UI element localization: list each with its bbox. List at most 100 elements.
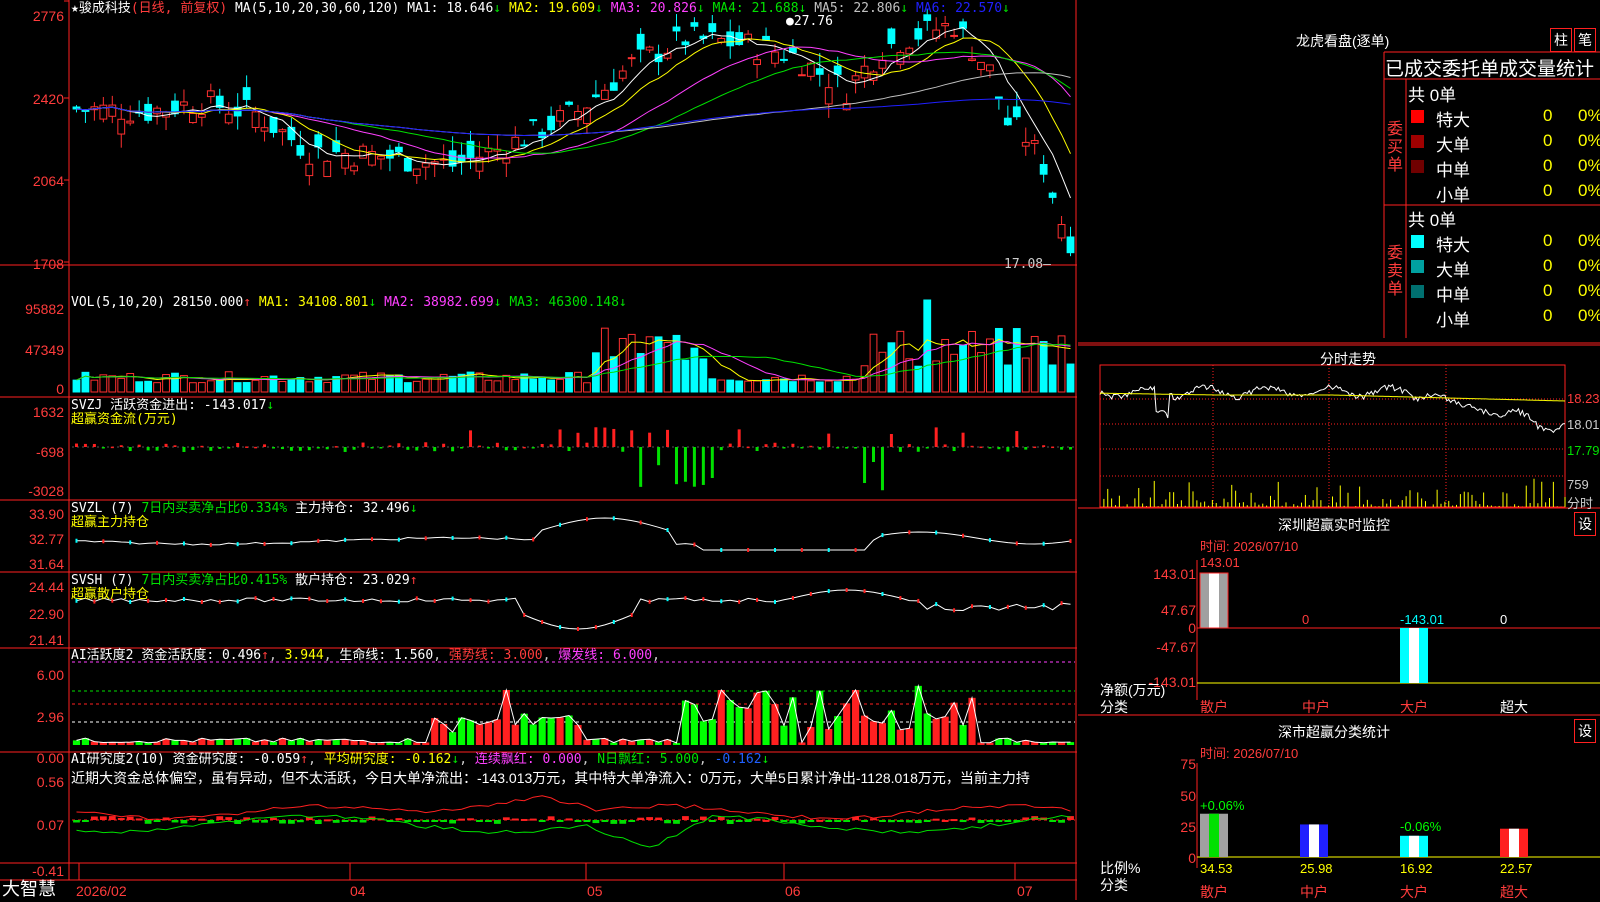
activity-bar — [332, 739, 340, 745]
svzj-tick: 1632 — [32, 404, 64, 420]
star-icon[interactable]: ★ — [71, 1, 79, 16]
research-bar — [252, 820, 259, 823]
volume-bar — [780, 378, 788, 393]
n-day-red-label: N日飘红: — [597, 752, 652, 767]
tick-mode-button[interactable]: 笔 — [1574, 28, 1596, 52]
research-bar — [664, 820, 671, 824]
sz-monitor-tick: -47.67 — [1156, 639, 1196, 655]
research-bar — [502, 817, 510, 820]
candle-body — [466, 140, 475, 158]
price-tick: 2776 — [32, 8, 64, 24]
holding-tick — [988, 538, 991, 543]
volume-bar — [636, 353, 645, 393]
date-label: 05 — [587, 883, 603, 899]
holding-tick — [263, 541, 266, 546]
research-bar — [816, 819, 824, 822]
svzj-arrow: ↓ — [266, 398, 275, 413]
fund-flow-bar — [477, 445, 481, 448]
sz-classify-settings-button[interactable]: 设 — [1574, 719, 1596, 743]
volume-bar — [377, 372, 385, 393]
fund-flow-bar — [818, 447, 822, 450]
sz-classify-title: 深市超赢分类统计 — [1278, 724, 1390, 740]
volume-bar — [609, 356, 618, 393]
research-bar — [726, 820, 734, 824]
volume-bar — [224, 371, 233, 393]
strong-line-value: 3.000 — [503, 648, 543, 663]
volume-bar — [914, 365, 923, 393]
activity-bar — [511, 724, 519, 745]
sz-monitor-settings-button[interactable]: 设 — [1574, 512, 1596, 536]
fund-flow-bar — [630, 430, 634, 447]
fund-flow-bar — [469, 430, 473, 447]
holding-tick — [218, 599, 221, 604]
candle-body — [797, 74, 806, 77]
volume-bar — [824, 380, 833, 393]
buy-total: 共 0单 — [1408, 86, 1457, 105]
vol-tick: 0 — [56, 381, 64, 397]
volume-bar — [833, 381, 842, 393]
ma-params: MA(5,10,20,30,60,120) — [234, 1, 400, 16]
intraday-price-line — [1099, 383, 1565, 434]
intraday-vol-label: 分时 — [1567, 496, 1594, 511]
ai-active-header: AI活跃度2 资金活跃度: 0.496↑, 3.944, 生命线: 1.560,… — [71, 648, 660, 663]
holding-tick — [254, 596, 257, 601]
sz-classify-delta: -0.06% — [1400, 819, 1442, 834]
volume-bar — [412, 380, 421, 393]
fund-flow-bar — [406, 447, 410, 450]
activity-bar — [556, 717, 564, 745]
volume-bar — [574, 371, 582, 393]
candle-body — [1066, 236, 1075, 254]
classify-bar — [1300, 824, 1328, 857]
fund-flow-bar — [379, 447, 383, 449]
research-bar — [431, 820, 439, 822]
holding-tick — [1024, 605, 1027, 610]
volume-bar — [932, 360, 941, 393]
fund-flow-bar — [952, 447, 956, 452]
volume-bar — [699, 358, 708, 393]
fund-flow-bar — [648, 432, 652, 447]
svzl-subtitle: 超赢主力持仓 — [71, 515, 150, 530]
activity-bar — [780, 725, 788, 745]
legend-swatch — [1411, 260, 1424, 273]
candle-body — [565, 101, 573, 105]
research-bar — [73, 820, 80, 823]
research-bar — [511, 818, 519, 821]
volume-bar — [1039, 341, 1048, 393]
volume-bar — [215, 379, 224, 393]
fund-flow-bar — [657, 447, 661, 466]
research-bar — [332, 820, 340, 823]
sell-side-label: 委卖单 — [1387, 245, 1404, 298]
holding-tick — [800, 548, 803, 552]
order-size-label: 特大 — [1436, 236, 1470, 255]
research-bar — [538, 820, 546, 822]
ai-active-label: 资金活跃度: — [141, 648, 215, 663]
bar-mode-button[interactable]: 柱 — [1550, 28, 1572, 52]
activity-bar — [350, 740, 358, 745]
holding-tick — [182, 541, 185, 546]
svzl-label: 主力持仓: — [295, 501, 355, 516]
candle-body — [771, 51, 779, 64]
fund-flow-bar — [191, 447, 195, 450]
candle-body — [591, 94, 600, 98]
candle-body — [600, 89, 609, 100]
volume-bar — [708, 378, 717, 393]
volume-bar — [359, 371, 367, 393]
volume-bar — [135, 381, 144, 393]
research-bar — [458, 818, 465, 821]
candle-body — [806, 62, 815, 77]
svzl-tick: 32.77 — [28, 531, 64, 547]
volume-bar — [323, 381, 332, 393]
lock-icon[interactable]: 🔒︎ — [1083, 883, 1089, 896]
activity-bar — [905, 728, 913, 745]
research-bar — [314, 820, 322, 824]
research-bar — [99, 816, 107, 820]
activity-bar — [431, 718, 439, 745]
activity-bar — [520, 713, 528, 745]
candle-body — [502, 158, 511, 164]
volume-bar — [421, 378, 430, 393]
price-tick: 2064 — [32, 173, 64, 189]
volume-bar — [484, 379, 493, 393]
stock-name: 骏成科技 — [78, 1, 131, 16]
fund-flow-bar — [674, 447, 678, 485]
fund-flow-bar — [863, 447, 867, 484]
